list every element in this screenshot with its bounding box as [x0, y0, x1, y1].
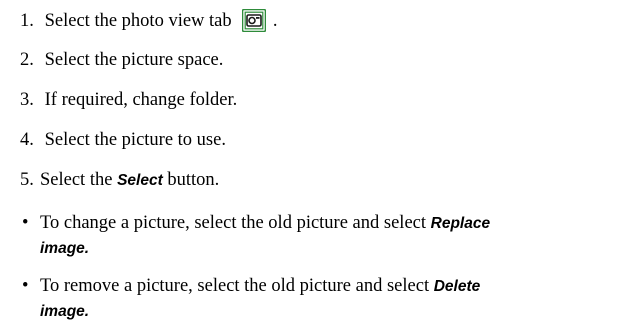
bullet-symbol: •: [22, 213, 29, 233]
step-suffix: .: [272, 11, 278, 31]
step-2: 2. Select the picture space.: [20, 49, 223, 71]
select-button-term: Select: [117, 172, 163, 189]
delete-term: Delete: [433, 278, 481, 295]
step-number: 5.: [20, 170, 34, 190]
step-text-after: button.: [162, 170, 220, 190]
step-text: Select the picture to use.: [44, 130, 226, 150]
step-number: 1.: [20, 11, 34, 31]
photo-view-tab-icon: [242, 9, 267, 32]
bullet-line-1: To change a picture, select the old pict…: [40, 212, 490, 235]
step-text: Select the picture space.: [44, 50, 224, 70]
bullet-replace-note: • To change a picture, select the old pi…: [20, 212, 618, 257]
step-text: If required, change folder.: [44, 90, 238, 110]
step-4: 4. Select the picture to use.: [20, 129, 226, 151]
bullet-line-1: To remove a picture, select the old pict…: [40, 275, 480, 298]
step-text-before: Select the: [40, 170, 118, 190]
bullet-text: To change a picture, select the old pict…: [40, 213, 427, 233]
replace-term-continued: image.: [40, 240, 90, 257]
step-1: 1. Select the photo view tab .: [20, 9, 278, 32]
delete-term-continued: image.: [40, 303, 90, 320]
bullet-text: To remove a picture, select the old pict…: [40, 276, 430, 296]
step-number: 3.: [20, 90, 34, 110]
bullet-delete-note: • To remove a picture, select the old pi…: [20, 275, 618, 320]
step-5: 5. Select the Select button.: [20, 169, 219, 192]
step-3: 3. If required, change folder.: [20, 89, 237, 111]
step-number: 2.: [20, 50, 34, 70]
replace-term: Replace: [430, 215, 491, 232]
step-number: 4.: [20, 130, 34, 150]
bullet-symbol: •: [22, 276, 29, 296]
step-text: Select the photo view tab: [44, 11, 232, 31]
